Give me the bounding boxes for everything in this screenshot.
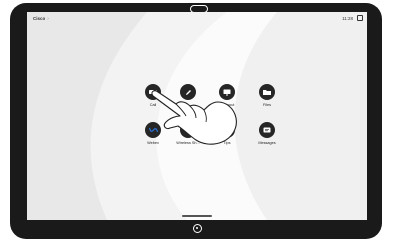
brand-label: Cisco [33, 16, 46, 21]
app-label: Messages [258, 141, 276, 145]
app-files[interactable]: Files [252, 84, 282, 107]
power-button[interactable] [193, 224, 202, 233]
brand[interactable]: Cisco › [33, 16, 49, 21]
message-icon [259, 122, 275, 138]
notification-icon[interactable] [357, 15, 363, 21]
app-messages[interactable]: Messages [252, 122, 282, 145]
chevron-right-icon: › [47, 16, 49, 21]
home-indicator[interactable] [182, 215, 212, 217]
folder-icon [259, 84, 275, 100]
top-bar: Cisco › 11:28 [27, 12, 367, 28]
app-label: Files [262, 103, 272, 107]
hand-pointer-icon [151, 90, 237, 145]
clock: 11:28 [342, 16, 353, 21]
